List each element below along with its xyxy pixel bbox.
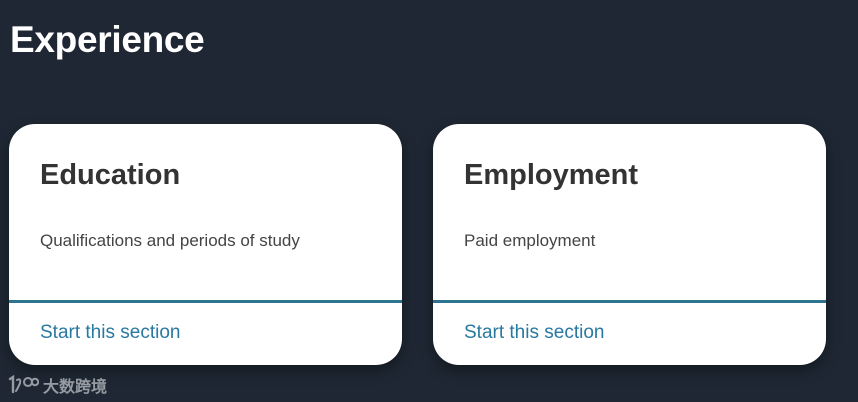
card-description: Qualifications and periods of study [40, 231, 300, 250]
start-education-section-link[interactable]: Start this section [40, 321, 180, 345]
watermark-text: 大数跨境 [43, 377, 108, 396]
watermark: 大数跨境 [7, 373, 107, 397]
start-employment-section-link[interactable]: Start this section [464, 321, 604, 345]
card-title: Education [40, 159, 181, 191]
card-employment: Employment Paid employment Start this se… [433, 124, 826, 365]
card-title: Employment [464, 159, 639, 191]
card-description: Paid employment [464, 231, 596, 250]
watermark-logo-icon [7, 375, 39, 395]
page-title: Experience [10, 19, 205, 60]
card-divider [9, 300, 402, 303]
card-divider [433, 300, 826, 303]
card-education: Education Qualifications and periods of … [9, 124, 402, 365]
